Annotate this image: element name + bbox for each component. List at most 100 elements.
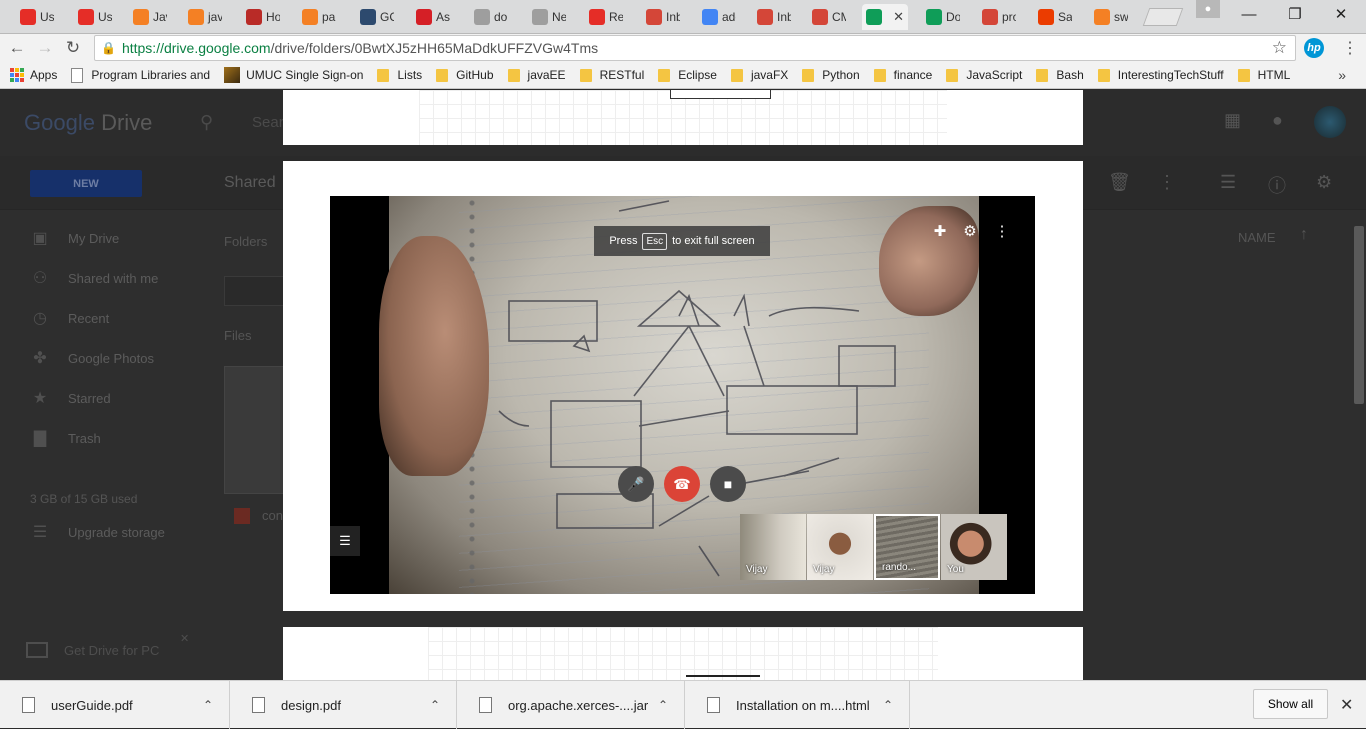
sidebar-item[interactable]: ✤ Google Photos <box>30 346 154 370</box>
participant-thumbnail[interactable]: rando... <box>874 514 940 580</box>
bookmark-item[interactable]: javaEE <box>507 68 566 82</box>
list-view-icon[interactable]: ☰ <box>1220 172 1236 193</box>
browser-tab[interactable]: par <box>298 4 336 30</box>
bookmark-item[interactable]: RESTful <box>579 68 644 82</box>
file-icon <box>252 697 265 713</box>
account-avatar[interactable] <box>1314 106 1346 138</box>
browser-tab[interactable]: swi <box>1090 4 1128 30</box>
browser-tab[interactable]: Javi <box>129 4 167 30</box>
participant-thumbnail[interactable]: Vijay <box>740 514 806 580</box>
name-column-header[interactable]: NAME <box>1238 230 1276 245</box>
info-icon[interactable]: ⓘ <box>1268 172 1286 198</box>
settings-icon[interactable]: ⚙ <box>959 220 981 242</box>
folder-tile[interactable] <box>224 276 284 306</box>
more-vert-icon[interactable]: ⋮ <box>1158 172 1176 193</box>
browser-tab[interactable]: doi <box>470 4 508 30</box>
chevron-up-icon[interactable]: ⌃ <box>658 698 668 712</box>
mute-mic-button[interactable]: 🎤 <box>618 466 654 502</box>
new-button[interactable]: NEW <box>30 170 142 197</box>
new-tab-button[interactable] <box>1142 8 1184 26</box>
browser-tab[interactable]: Sav <box>1034 4 1072 30</box>
scrollbar[interactable] <box>1354 226 1364 404</box>
browser-tab[interactable]: Nel <box>528 4 566 30</box>
folder-icon <box>1237 68 1250 82</box>
browser-tab[interactable]: java <box>184 4 222 30</box>
notifications-icon[interactable]: ● <box>1272 110 1283 131</box>
close-tab-icon[interactable]: ✕ <box>893 9 904 25</box>
browser-tab[interactable]: Dou <box>922 4 960 30</box>
bookmark-item[interactable]: Bash <box>1036 68 1084 82</box>
show-all-button[interactable]: Show all <box>1253 689 1328 719</box>
address-bar[interactable]: 🔒 https://drive.google.com/drive/folders… <box>94 35 1296 61</box>
more-vert-icon[interactable]: ⋮ <box>991 220 1013 242</box>
download-item[interactable]: design.pdf ⌃ <box>230 681 457 729</box>
sidebar-item[interactable]: ▇ Trash <box>30 426 101 450</box>
bookmark-item[interactable]: GitHub <box>436 68 494 82</box>
get-drive-promo[interactable]: Get Drive for PC ✕ <box>10 630 190 670</box>
browser-tab[interactable]: CM <box>808 4 846 30</box>
download-item[interactable]: org.apache.xerces-....jar ⌃ <box>457 681 685 729</box>
bookmark-item[interactable]: JavaScript <box>946 68 1022 82</box>
bookmarks-overflow-button[interactable]: » <box>1338 67 1346 83</box>
bookmark-item[interactable]: finance <box>873 68 932 82</box>
chrome-menu-icon[interactable]: ⋮ <box>1342 38 1358 58</box>
bookmark-item[interactable]: InterestingTechStuff <box>1097 68 1224 82</box>
settings-icon[interactable]: ⚙ <box>1316 172 1332 193</box>
bookmark-item[interactable]: Program Libraries and <box>71 67 210 83</box>
browser-tab[interactable]: GC <box>356 4 394 30</box>
apps-grid-icon[interactable]: ▦ <box>1224 110 1241 131</box>
reload-button[interactable]: ↻ <box>62 37 84 59</box>
back-button[interactable]: ← <box>6 37 28 59</box>
browser-tab[interactable]: Inb <box>642 4 680 30</box>
browser-tab[interactable]: adc <box>698 4 736 30</box>
participant-thumbnail[interactable]: Vijay <box>807 514 873 580</box>
bookmark-item[interactable]: javaFX <box>730 68 788 82</box>
bookmark-item[interactable]: Python <box>802 68 860 82</box>
sidebar-item[interactable]: ▣ My Drive <box>30 226 119 250</box>
chevron-up-icon[interactable]: ⌃ <box>883 698 893 712</box>
sort-arrow-icon[interactable]: ↑ <box>1300 226 1308 244</box>
bookmark-item[interactable]: Apps <box>10 68 57 82</box>
chevron-up-icon[interactable]: ⌃ <box>203 698 213 712</box>
sidebar-item[interactable]: ◷ Recent <box>30 306 109 330</box>
hp-extension-icon[interactable]: hp <box>1304 38 1324 58</box>
participant-thumbnail[interactable]: You <box>941 514 1007 580</box>
chat-button[interactable]: ☰ <box>330 526 360 556</box>
browser-tab[interactable]: ✕ <box>862 4 908 30</box>
browser-tab[interactable]: Rea <box>585 4 623 30</box>
forward-button[interactable]: → <box>34 37 56 59</box>
restore-button[interactable]: ❐ <box>1272 0 1318 28</box>
download-item[interactable]: Installation on m....html ⌃ <box>685 681 910 729</box>
sidebar-item[interactable]: ⚇ Shared with me <box>30 266 159 290</box>
chevron-up-icon[interactable]: ⌃ <box>430 698 440 712</box>
close-window-button[interactable]: ✕ <box>1318 0 1364 28</box>
breadcrumb[interactable]: Shared <box>224 174 276 192</box>
drive-logo[interactable]: Google Drive <box>24 110 152 136</box>
bookmark-item[interactable]: HTML <box>1237 68 1290 82</box>
camera-toggle-button[interactable]: ■ <box>710 466 746 502</box>
browser-tab[interactable]: Ask <box>412 4 450 30</box>
bookmark-star-icon[interactable]: ☆ <box>1272 38 1287 58</box>
download-item[interactable]: userGuide.pdf ⌃ <box>0 681 230 729</box>
sidebar-item[interactable]: ★ Starred <box>30 386 111 410</box>
bookmark-item[interactable]: UMUC Single Sign-on <box>224 67 363 83</box>
file-thumbnail[interactable] <box>224 366 284 494</box>
upgrade-storage-link[interactable]: ☰ Upgrade storage <box>30 520 165 544</box>
browser-tab[interactable]: Usi <box>74 4 112 30</box>
trash-icon[interactable]: 🗑 <box>1108 172 1131 193</box>
profile-button[interactable]: ● <box>1196 0 1220 18</box>
drive-search-input[interactable]: Sear <box>252 114 284 131</box>
hang-up-button[interactable]: ☎ <box>664 466 700 502</box>
close-shelf-icon[interactable]: ✕ <box>1340 695 1353 715</box>
file-name[interactable]: con <box>262 508 283 523</box>
bookmark-item[interactable]: Eclipse <box>658 68 717 82</box>
bookmark-item[interactable]: Lists <box>377 68 422 82</box>
add-person-icon[interactable]: ✚ <box>929 220 951 242</box>
browser-tab[interactable]: Usi <box>16 4 54 30</box>
minimize-button[interactable]: — <box>1226 0 1272 28</box>
browser-tab[interactable]: Hov <box>242 4 280 30</box>
browser-tab[interactable]: pro <box>978 4 1016 30</box>
search-icon[interactable]: ⚲ <box>200 112 213 133</box>
browser-tab[interactable]: Inb <box>753 4 791 30</box>
close-promo-icon[interactable]: ✕ <box>180 632 189 645</box>
